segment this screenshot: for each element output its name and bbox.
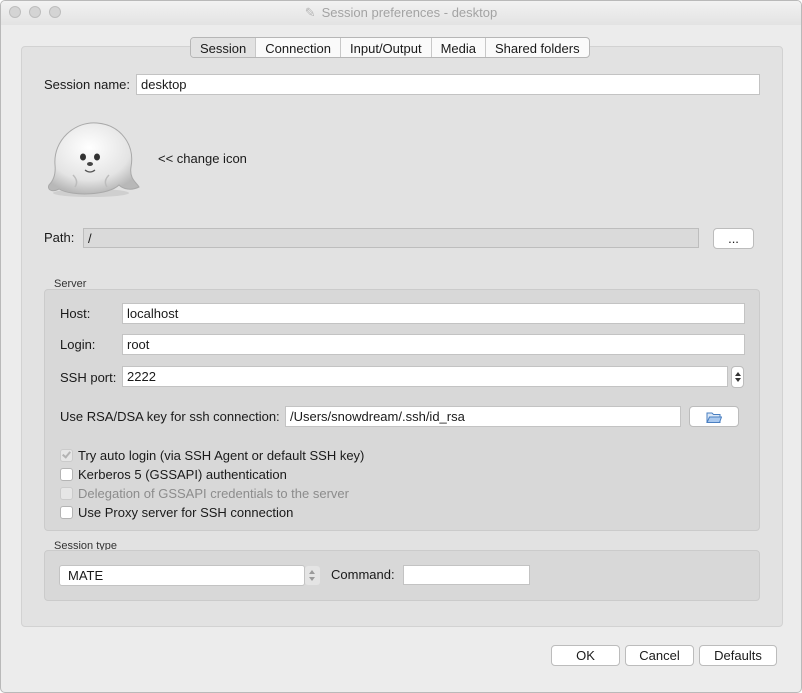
proxy-checkbox[interactable] [60, 505, 73, 519]
proxy-label[interactable]: Use Proxy server for SSH connection [78, 505, 293, 520]
session-name-label: Session name: [44, 77, 130, 92]
ssh-port-input[interactable]: 2222 [122, 366, 728, 387]
edit-document-icon: ✎ [304, 5, 316, 20]
seal-icon[interactable] [45, 115, 141, 199]
tab-shared-folders[interactable]: Shared folders [485, 38, 589, 57]
kerberos-checkbox-row: Kerberos 5 (GSSAPI) authentication [60, 466, 287, 482]
auto-login-checkbox[interactable] [60, 448, 73, 462]
checkmark-icon [62, 448, 71, 459]
window-title-text: Session preferences - desktop [321, 5, 498, 20]
host-input[interactable]: localhost [122, 303, 745, 324]
path-label: Path: [44, 230, 75, 245]
change-icon-label[interactable]: << change icon [158, 151, 247, 166]
tab-bar: Session Connection Input/Output Media Sh… [190, 37, 590, 58]
command-label: Command: [331, 567, 395, 582]
defaults-button[interactable]: Defaults [699, 645, 777, 666]
kerberos-checkbox[interactable] [60, 467, 73, 481]
tab-input-output[interactable]: Input/Output [340, 38, 431, 57]
tab-media[interactable]: Media [430, 38, 485, 57]
gssapi-delegation-label: Delegation of GSSAPI credentials to the … [78, 485, 349, 501]
host-label: Host: [60, 306, 91, 321]
title-bar: ✎ Session preferences - desktop [1, 1, 801, 25]
rsa-key-label: Use RSA/DSA key for ssh connection: [60, 409, 280, 424]
rsa-key-input[interactable]: /Users/snowdream/.ssh/id_rsa [285, 406, 681, 427]
ssh-port-stepper[interactable] [731, 366, 744, 388]
down-arrow-icon [309, 577, 315, 581]
select-arrows-icon[interactable] [305, 566, 320, 585]
session-type-selected: MATE [68, 568, 104, 583]
up-arrow-icon [309, 570, 315, 574]
ok-button[interactable]: OK [551, 645, 620, 666]
login-input[interactable]: root [122, 334, 745, 355]
stepper-up-icon[interactable] [735, 372, 741, 376]
proxy-checkbox-row: Use Proxy server for SSH connection [60, 504, 293, 520]
ssh-port-label: SSH port: [60, 370, 117, 385]
gssapi-delegation-checkbox [60, 486, 73, 500]
auto-login-checkbox-row: Try auto login (via SSH Agent or default… [60, 447, 364, 463]
rsa-key-browse-button[interactable] [689, 406, 739, 427]
path-browse-button[interactable]: ... [713, 228, 754, 249]
folder-open-icon [706, 410, 723, 429]
cancel-button[interactable]: Cancel [625, 645, 694, 666]
path-input: / [83, 228, 699, 248]
command-input[interactable] [403, 565, 530, 585]
window-title: ✎ Session preferences - desktop [1, 5, 801, 21]
stepper-down-icon[interactable] [735, 378, 741, 382]
gssapi-delegation-checkbox-row: Delegation of GSSAPI credentials to the … [60, 485, 349, 501]
tab-connection[interactable]: Connection [255, 38, 340, 57]
session-type-select[interactable]: MATE [59, 565, 320, 586]
session-name-input[interactable]: desktop [136, 74, 760, 95]
login-label: Login: [60, 337, 96, 352]
auto-login-label[interactable]: Try auto login (via SSH Agent or default… [78, 448, 364, 463]
session-preferences-window: ✎ Session preferences - desktop Session C… [0, 0, 802, 693]
kerberos-label[interactable]: Kerberos 5 (GSSAPI) authentication [78, 467, 287, 482]
tab-session[interactable]: Session [191, 38, 256, 57]
